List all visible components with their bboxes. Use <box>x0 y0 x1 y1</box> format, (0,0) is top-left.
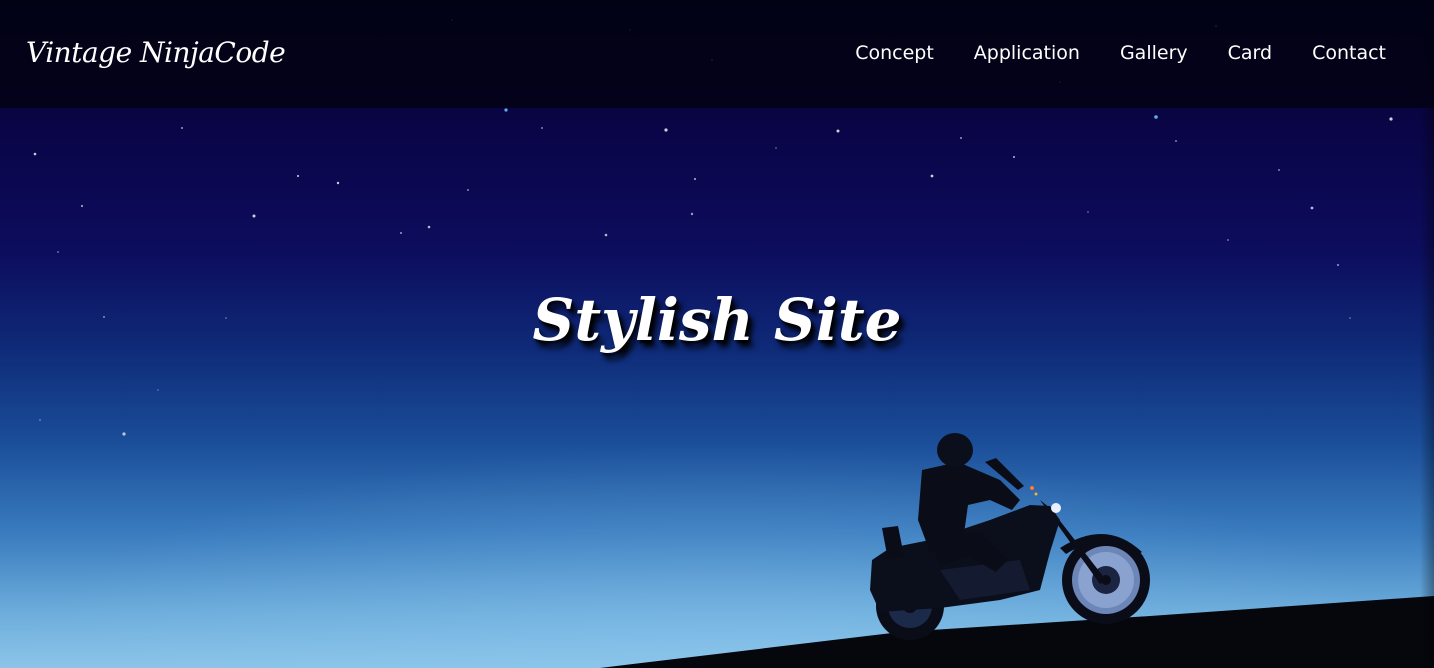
nav-item-gallery: Gallery <box>1120 42 1188 64</box>
nav-link-concept[interactable]: Concept <box>855 42 934 64</box>
nav-link-card[interactable]: Card <box>1228 42 1272 64</box>
site-header: Vintage NinjaCode Concept Application Ga… <box>0 0 1434 108</box>
site-logo[interactable]: Vintage NinjaCode <box>26 36 286 69</box>
nav-item-card: Card <box>1228 42 1272 64</box>
nav-item-concept: Concept <box>855 42 934 64</box>
nav-item-application: Application <box>974 42 1080 64</box>
hero-title: Stylish Site <box>532 286 902 354</box>
nav-link-gallery[interactable]: Gallery <box>1120 42 1188 64</box>
nav-item-contact: Contact <box>1312 42 1386 64</box>
main-nav: Concept Application Gallery Card Contact <box>855 42 1386 64</box>
nav-link-contact[interactable]: Contact <box>1312 42 1386 64</box>
nav-link-application[interactable]: Application <box>974 42 1080 64</box>
